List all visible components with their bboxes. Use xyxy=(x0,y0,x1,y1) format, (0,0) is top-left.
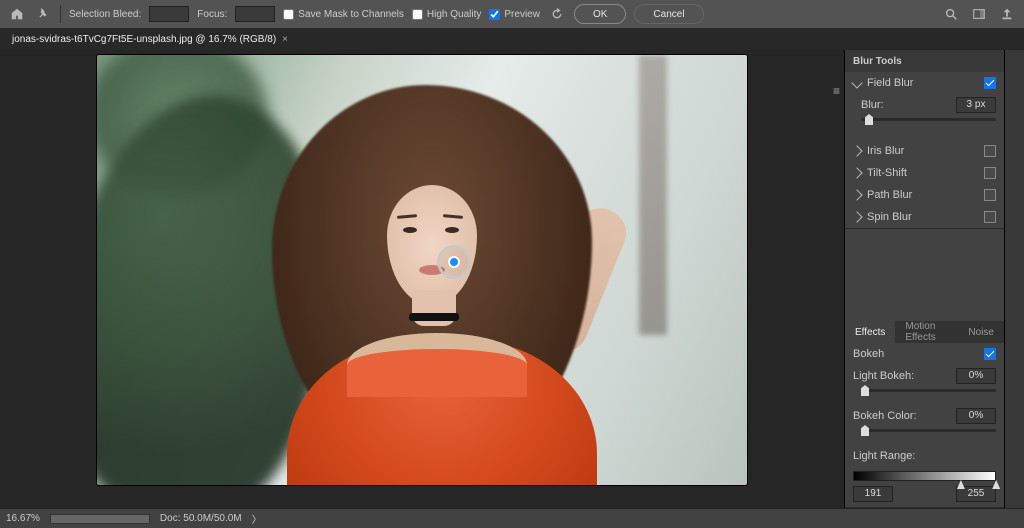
field-blur-toggle[interactable] xyxy=(984,77,996,89)
field-blur-row[interactable]: Field Blur xyxy=(845,72,1004,94)
photo-preview xyxy=(97,55,747,485)
blur-pin[interactable] xyxy=(437,245,471,279)
options-bar: Selection Bleed: Focus: Save Mask to Cha… xyxy=(0,0,1024,28)
spin-blur-row[interactable]: Spin Blur xyxy=(845,206,1004,228)
selection-bleed-label: Selection Bleed: xyxy=(69,9,141,20)
reset-icon[interactable] xyxy=(548,5,566,23)
search-icon[interactable] xyxy=(942,5,960,23)
status-bar: 16.67% Doc: 50.0M/50.0M 〉 xyxy=(0,508,1024,528)
focus-label: Focus: xyxy=(197,9,227,20)
tab-effects[interactable]: Effects xyxy=(845,321,895,343)
canvas[interactable]: ≡ xyxy=(0,50,844,508)
workspace-icon[interactable] xyxy=(970,5,988,23)
doc-scrubber[interactable] xyxy=(50,514,150,524)
tilt-toggle[interactable] xyxy=(984,167,996,179)
blur-amount-row: Blur: 3 px xyxy=(845,94,1004,116)
iris-toggle[interactable] xyxy=(984,145,996,157)
document-tab-title: jonas-svidras-t6TvCg7Ft5E-unsplash.jpg @… xyxy=(12,34,276,45)
focus-input[interactable] xyxy=(235,6,275,22)
chevron-right-icon xyxy=(851,211,862,222)
chevron-right-icon[interactable]: 〉 xyxy=(252,511,262,526)
path-toggle[interactable] xyxy=(984,189,996,201)
light-range-slider[interactable] xyxy=(853,471,996,481)
zoom-level[interactable]: 16.67% xyxy=(6,513,40,524)
tab-motion-effects[interactable]: Motion Effects xyxy=(895,321,958,343)
document-tab[interactable]: jonas-svidras-t6TvCg7Ft5E-unsplash.jpg @… xyxy=(6,34,294,45)
path-blur-row[interactable]: Path Blur xyxy=(845,184,1004,206)
share-icon[interactable] xyxy=(998,5,1016,23)
right-panels: Blur Tools Field Blur Blur: 3 px Iris Bl… xyxy=(844,50,1004,508)
blur-tools-header: Blur Tools xyxy=(845,50,1004,72)
bokeh-toggle[interactable] xyxy=(984,348,996,360)
light-bokeh-value[interactable]: 0% xyxy=(956,368,996,384)
close-icon[interactable]: × xyxy=(282,34,288,45)
doc-size: Doc: 50.0M/50.0M xyxy=(160,513,242,524)
save-mask-checkbox[interactable]: Save Mask to Channels xyxy=(283,9,404,20)
high-quality-checkbox[interactable]: High Quality xyxy=(412,9,481,20)
bokeh-color-row: Bokeh Color: 0% xyxy=(845,405,1004,427)
blur-value[interactable]: 3 px xyxy=(956,97,996,113)
spin-toggle[interactable] xyxy=(984,211,996,223)
ok-button[interactable]: OK xyxy=(574,4,626,24)
chevron-down-icon xyxy=(851,77,862,88)
bokeh-color-value[interactable]: 0% xyxy=(956,408,996,424)
iris-blur-row[interactable]: Iris Blur xyxy=(845,140,1004,162)
pin-tool-icon[interactable] xyxy=(34,5,52,23)
chevron-right-icon xyxy=(851,189,862,200)
chevron-right-icon xyxy=(851,145,862,156)
range-min[interactable]: 191 xyxy=(853,486,893,502)
collapsed-dock[interactable] xyxy=(1004,50,1024,508)
home-icon[interactable] xyxy=(8,5,26,23)
cancel-button[interactable]: Cancel xyxy=(634,4,703,24)
effects-tabs: Effects Motion Effects Noise xyxy=(845,321,1004,343)
preview-checkbox[interactable]: Preview xyxy=(489,9,540,20)
light-bokeh-slider[interactable] xyxy=(845,387,1004,405)
bokeh-color-slider[interactable] xyxy=(845,427,1004,445)
chevron-right-icon xyxy=(851,167,862,178)
bokeh-row: Bokeh xyxy=(845,343,1004,365)
document-tab-bar: jonas-svidras-t6TvCg7Ft5E-unsplash.jpg @… xyxy=(0,28,1024,50)
panel-menu-icon[interactable]: ≡ xyxy=(833,84,840,98)
blur-slider[interactable] xyxy=(845,116,1004,134)
tab-noise[interactable]: Noise xyxy=(958,321,1004,343)
light-bokeh-row: Light Bokeh: 0% xyxy=(845,365,1004,387)
light-range-label: Light Range: xyxy=(845,445,1004,467)
selection-bleed-input[interactable] xyxy=(149,6,189,22)
tilt-shift-row[interactable]: Tilt-Shift xyxy=(845,162,1004,184)
